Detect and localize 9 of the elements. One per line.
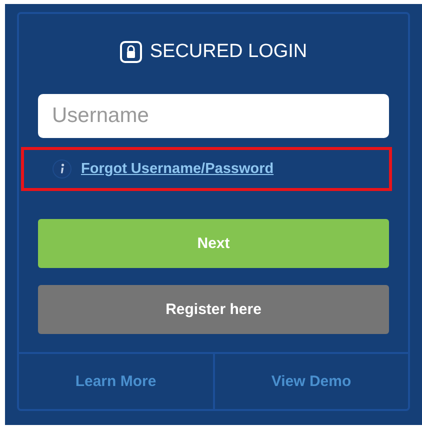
footer-link[interactable]: View Demo <box>212 354 408 409</box>
lock-icon <box>120 40 142 64</box>
footer-link[interactable]: Learn More <box>19 354 212 409</box>
forgot-password-link[interactable]: Forgot Username/Password <box>81 161 274 177</box>
register-button[interactable]: Register here <box>38 285 389 334</box>
login-title: SECURED LOGIN <box>150 41 308 63</box>
info-icon <box>52 159 72 179</box>
username-field[interactable]: Username <box>38 94 389 138</box>
next-button[interactable]: Next <box>38 219 389 268</box>
